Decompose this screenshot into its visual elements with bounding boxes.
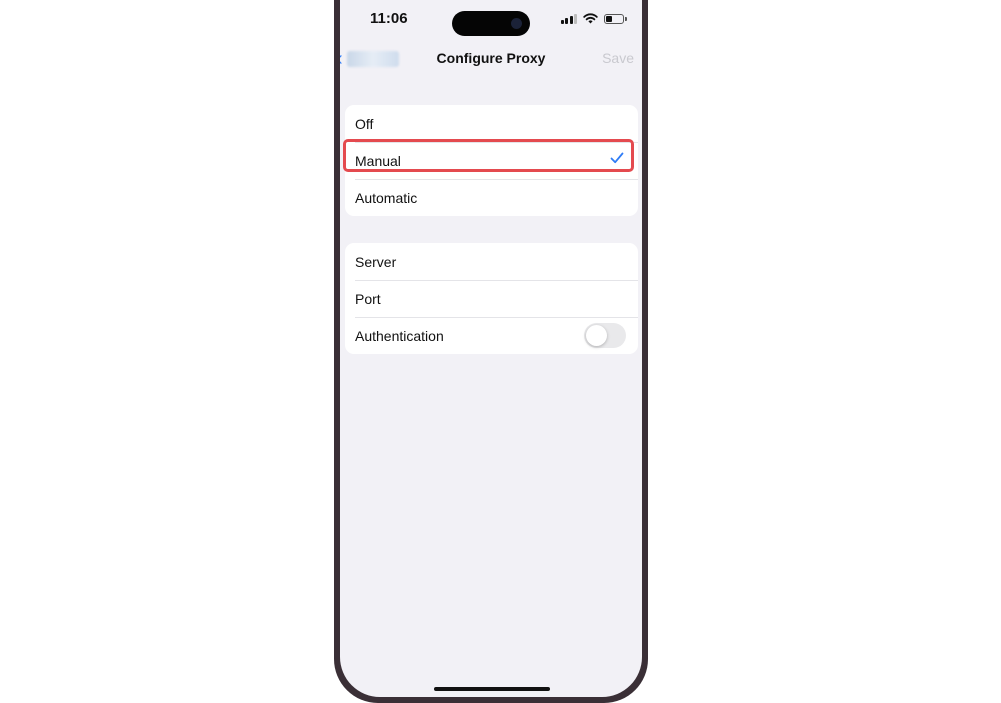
server-field[interactable]: Server	[345, 243, 638, 280]
proxy-option-label: Off	[355, 115, 374, 132]
screen: 11:06 Configure Proxy Save Off Manual Au…	[340, 0, 642, 697]
wifi-icon	[583, 13, 598, 24]
cellular-signal-icon	[560, 13, 577, 24]
dynamic-island	[452, 11, 530, 36]
port-field[interactable]: Port	[345, 280, 638, 317]
proxy-mode-group: Off Manual Automatic	[343, 105, 638, 216]
home-indicator[interactable]	[434, 687, 550, 691]
authentication-label: Authentication	[355, 327, 444, 344]
port-label: Port	[355, 290, 381, 307]
navigation-bar: ‹ Configure Proxy Save	[340, 40, 642, 76]
proxy-option-label: Automatic	[355, 189, 418, 206]
manual-settings-group: Server Port Authentication	[345, 243, 638, 354]
save-button[interactable]: Save	[602, 50, 634, 66]
server-label: Server	[355, 253, 397, 270]
status-icons	[560, 13, 627, 24]
camera-icon	[511, 18, 522, 29]
status-bar: 11:06	[340, 0, 642, 40]
battery-icon	[604, 13, 627, 24]
proxy-option-automatic[interactable]: Automatic	[345, 179, 638, 216]
authentication-toggle[interactable]	[584, 323, 626, 348]
phone-frame: 11:06 Configure Proxy Save Off Manual Au…	[334, 0, 648, 703]
highlight-box	[343, 139, 634, 172]
status-time: 11:06	[370, 10, 408, 27]
page-title: Configure Proxy	[436, 50, 546, 66]
proxy-option-off[interactable]: Off	[345, 105, 638, 142]
toggle-knob	[586, 325, 607, 346]
authentication-row: Authentication	[345, 317, 638, 354]
